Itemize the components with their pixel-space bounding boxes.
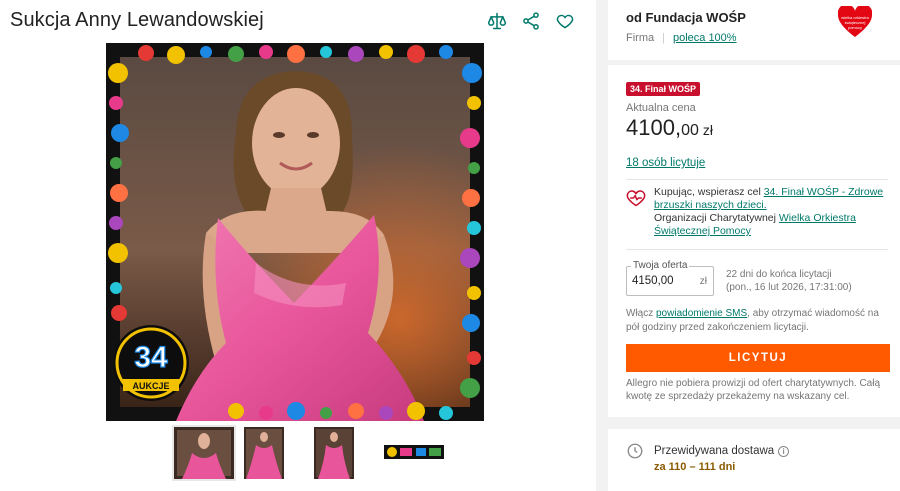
svg-text:34: 34 <box>134 341 168 374</box>
sms-notice: Włącz powiadomienie SMS, aby otrzymać wi… <box>626 307 888 335</box>
current-price: 4100,00 zł <box>626 115 713 141</box>
price-cents: 00 <box>681 122 699 139</box>
main-product-image[interactable]: 34 AUKCJE <box>106 43 484 421</box>
offer-card: 34. Finał WOŚP Aktualna cena 4100,00 zł 1… <box>608 65 900 417</box>
delivery-label: Przewidywana dostawa i <box>654 445 790 457</box>
heart-outline-icon <box>556 14 574 29</box>
time-left-date: (pon., 16 lut 2026, 17:31:00) <box>726 282 852 293</box>
bidders-link[interactable]: 18 osób licytuje <box>626 157 705 169</box>
support-text-1: Kupując, wspierasz cel <box>654 186 764 198</box>
heart-pulse-icon <box>626 190 646 207</box>
price-main: 4100, <box>626 115 682 140</box>
thumbnail-2[interactable] <box>244 427 304 479</box>
bid-field-label: Twoja oferta <box>631 260 690 271</box>
compare-button[interactable] <box>486 10 508 32</box>
wosp-heart-logo: wielka orkiestra świątecznej pomocy <box>838 6 872 37</box>
clock-icon <box>627 443 643 459</box>
share-icon <box>523 12 539 30</box>
product-actions <box>486 10 576 32</box>
sms-text-1: Włącz <box>626 308 656 319</box>
delivery-value: za 110 – 111 dni <box>654 461 736 473</box>
product-title: Sukcja Anny Lewandowskiej <box>10 9 264 31</box>
seller-card: od Fundacja WOŚP Firma | poleca 100% wie… <box>608 0 900 60</box>
thumbnail-4[interactable] <box>384 427 444 479</box>
info-icon[interactable]: i <box>778 445 790 457</box>
bid-currency: zł <box>699 276 707 287</box>
seller-recommend-link[interactable]: poleca 100% <box>673 32 737 44</box>
bid-button[interactable]: LICYTUJ <box>626 344 890 372</box>
thumbnail-3[interactable] <box>314 427 374 479</box>
svg-text:pomocy: pomocy <box>848 25 862 30</box>
support-text: Kupując, wspierasz cel 34. Finał WOŚP - … <box>654 186 886 238</box>
fee-note: Allegro nie pobiera prowizji od ofert ch… <box>626 378 881 402</box>
purchase-panel: od Fundacja WOŚP Firma | poleca 100% wie… <box>608 0 900 491</box>
divider <box>626 179 888 180</box>
gallery-thumbnails <box>172 425 444 481</box>
sms-notification-link[interactable]: powiadomienie SMS <box>656 308 747 319</box>
wosp-34-badge: 34 AUKCJE <box>113 325 189 401</box>
separator: | <box>662 32 665 44</box>
seller-meta: Firma | poleca 100% <box>626 32 737 44</box>
support-text-2: Organizacji Charytatywnej <box>654 212 779 224</box>
product-gallery-column: Sukcja Anny Lewandowskiej 34 AUKCJE <box>0 0 596 491</box>
seller-type: Firma <box>626 32 655 44</box>
delivery-label-text: Przewidywana dostawa <box>654 445 775 457</box>
price-label: Aktualna cena <box>626 102 696 114</box>
bid-field[interactable]: Twoja oferta zł <box>626 260 714 296</box>
bid-input[interactable] <box>632 275 692 287</box>
charity-support: Kupując, wspierasz cel 34. Finał WOŚP - … <box>626 186 886 238</box>
campaign-badge: 34. Finał WOŚP <box>626 82 701 96</box>
column-divider <box>596 0 608 491</box>
share-button[interactable] <box>520 10 542 32</box>
scale-icon <box>487 12 507 30</box>
favorite-button[interactable] <box>554 10 576 32</box>
price-currency: zł <box>702 122 713 138</box>
time-left: 22 dni do końca licytacji (pon., 16 lut … <box>726 268 852 294</box>
seller-name[interactable]: od Fundacja WOŚP <box>626 10 746 25</box>
thumbnail-1[interactable] <box>172 425 236 481</box>
time-left-days: 22 dni do końca licytacji <box>726 269 832 280</box>
svg-text:AUKCJE: AUKCJE <box>132 381 169 391</box>
divider <box>626 249 888 250</box>
delivery-card: Przewidywana dostawa i za 110 – 111 dni <box>608 429 900 491</box>
